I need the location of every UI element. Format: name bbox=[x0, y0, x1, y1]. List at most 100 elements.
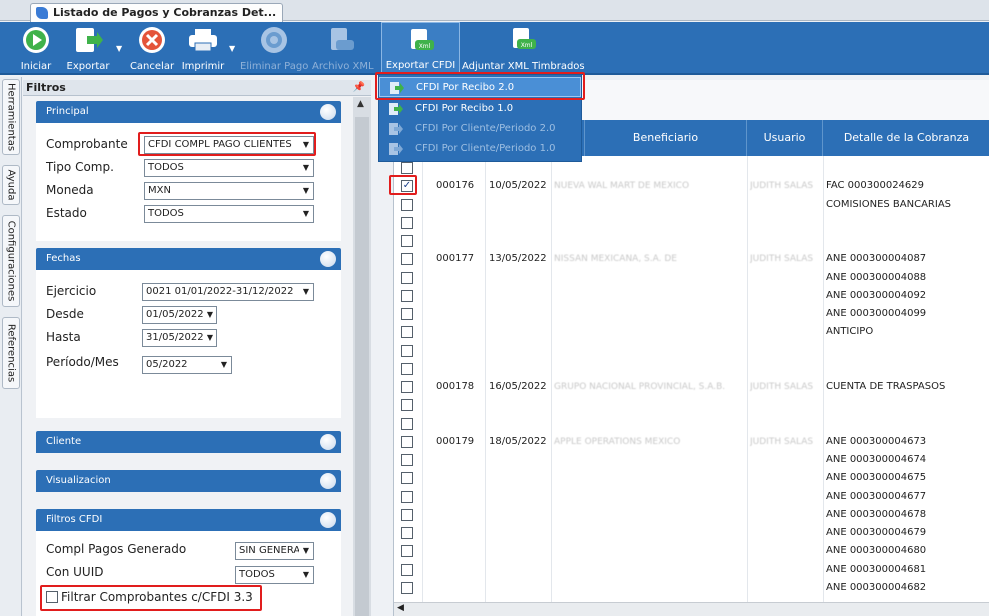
cliente-header[interactable]: Cliente bbox=[36, 431, 341, 453]
exportar-button[interactable]: Exportar bbox=[62, 22, 114, 75]
collapse-knob-icon[interactable] bbox=[320, 104, 336, 120]
col-header-usuario[interactable]: Usuario bbox=[747, 120, 823, 156]
delete-payment-icon bbox=[261, 27, 287, 53]
cell-numero: 000178 bbox=[436, 381, 475, 392]
row-checkbox[interactable] bbox=[401, 454, 413, 466]
highlight-row-checkbox bbox=[389, 175, 417, 195]
menu-item-cfdi-cliente-1[interactable]: CFDI Por Cliente/Periodo 1.0 bbox=[379, 139, 581, 159]
moneda-select[interactable]: MXN ▼ bbox=[144, 182, 314, 200]
menu-item-cfdi-cliente-2[interactable]: CFDI Por Cliente/Periodo 2.0 bbox=[379, 119, 581, 139]
chevron-down-icon[interactable]: ▼ bbox=[299, 206, 313, 222]
menu-item-cfdi-recibo-1[interactable]: CFDI Por Recibo 1.0 bbox=[379, 99, 581, 119]
archivo-xml-button[interactable]: Archivo XML bbox=[312, 22, 374, 75]
estado-select[interactable]: TODOS ▼ bbox=[144, 205, 314, 223]
chevron-down-icon[interactable]: ▼ bbox=[204, 330, 216, 346]
row-checkbox[interactable] bbox=[401, 216, 413, 229]
pin-icon[interactable]: 📌 bbox=[353, 80, 365, 95]
tab-herramientas[interactable]: Herramientas bbox=[2, 79, 20, 155]
row-checkbox[interactable] bbox=[401, 508, 413, 521]
row-checkbox[interactable] bbox=[401, 162, 413, 174]
row-checkbox[interactable] bbox=[401, 362, 413, 375]
cell-detalle: ANE 000300004088 bbox=[826, 271, 927, 283]
cell-beneficiario: GRUPO NACIONAL PROVINCIAL, S.A.B. bbox=[554, 382, 726, 392]
row-checkbox[interactable] bbox=[401, 198, 413, 211]
row-checkbox[interactable] bbox=[401, 435, 413, 448]
row-checkbox[interactable] bbox=[401, 308, 413, 320]
chevron-down-icon[interactable]: ▼ bbox=[299, 284, 313, 300]
window-tabstrip: Listado de Pagos y Cobranzas Det... bbox=[0, 0, 989, 22]
cell-numero bbox=[436, 196, 484, 214]
row-checkbox[interactable] bbox=[401, 563, 413, 576]
collapse-knob-icon[interactable] bbox=[320, 251, 336, 267]
moneda-label: Moneda bbox=[46, 183, 94, 197]
grid-horizontal-scrollbar[interactable]: ◀ bbox=[394, 602, 989, 616]
tab-referencias[interactable]: Referencias bbox=[2, 317, 20, 389]
cell-numero bbox=[436, 269, 484, 287]
cell-beneficiario: NISSAN MEXICANA, S.A. DE bbox=[554, 254, 677, 265]
side-tabs: Herramientas Ayuda Configuraciones Refer… bbox=[0, 77, 22, 616]
cell-usuario: JUDITH SALAS bbox=[750, 254, 814, 265]
principal-header[interactable]: Principal bbox=[36, 101, 341, 123]
collapse-knob-icon[interactable] bbox=[320, 473, 336, 489]
chevron-down-icon[interactable]: ▼ bbox=[204, 307, 216, 323]
desde-date-picker[interactable]: 01/05/2022 ▼ bbox=[142, 306, 217, 324]
xml-export-icon: Xml bbox=[410, 29, 434, 50]
iniciar-button[interactable]: Iniciar bbox=[14, 22, 58, 75]
adjuntar-xml-button[interactable]: Xml Adjuntar XML Timbrados bbox=[462, 22, 585, 75]
desde-label: Desde bbox=[46, 307, 84, 321]
chevron-down-icon[interactable]: ▼ bbox=[217, 357, 231, 373]
scroll-left-icon[interactable]: ◀ bbox=[397, 603, 404, 613]
row-checkbox[interactable] bbox=[401, 289, 413, 302]
filters-scrollbar[interactable]: ▲ bbox=[353, 97, 371, 616]
col-header-detalle[interactable]: Detalle de la Cobranza bbox=[823, 120, 989, 156]
cell-detalle: ANE 000300004678 bbox=[826, 508, 927, 520]
tipo-comp-select[interactable]: TODOS ▼ bbox=[144, 159, 314, 177]
row-checkbox[interactable] bbox=[401, 344, 413, 357]
tab-ayuda[interactable]: Ayuda bbox=[2, 165, 20, 205]
col-header-beneficiario[interactable]: Beneficiario bbox=[585, 120, 747, 156]
filtros-cfdi-header[interactable]: Filtros CFDI bbox=[36, 509, 341, 531]
row-checkbox[interactable] bbox=[401, 381, 413, 393]
collapse-knob-icon[interactable] bbox=[320, 434, 336, 450]
cell-numero bbox=[436, 232, 484, 250]
eliminar-pago-button[interactable]: Eliminar Pago bbox=[240, 22, 308, 75]
fechas-header[interactable]: Fechas bbox=[36, 248, 341, 270]
cell-beneficiario bbox=[554, 469, 744, 487]
highlight-cfdi-recibo-2 bbox=[375, 72, 585, 100]
imprimir-caret-icon[interactable]: ▼ bbox=[229, 44, 235, 53]
row-checkbox[interactable] bbox=[401, 545, 413, 558]
row-checkbox[interactable] bbox=[401, 253, 413, 266]
scroll-up-icon[interactable]: ▲ bbox=[357, 99, 364, 109]
collapse-knob-icon[interactable] bbox=[320, 512, 336, 528]
visualizacion-header[interactable]: Visualizacion bbox=[36, 470, 341, 492]
exportar-caret-icon[interactable]: ▼ bbox=[116, 44, 122, 53]
cell-fecha bbox=[489, 196, 551, 214]
cancelar-button[interactable]: Cancelar bbox=[126, 22, 178, 75]
exportar-cfdi-button[interactable]: Xml Exportar CFDI bbox=[381, 22, 460, 75]
ejercicio-select[interactable]: 0021 01/01/2022-31/12/2022 ▼ bbox=[142, 283, 314, 301]
con-uuid-select[interactable]: TODOS ▼ bbox=[235, 566, 314, 584]
row-checkbox[interactable] bbox=[401, 472, 413, 485]
row-checkbox[interactable] bbox=[401, 490, 413, 503]
row-checkbox[interactable] bbox=[401, 581, 413, 594]
row-checkbox[interactable] bbox=[401, 271, 413, 284]
scroll-thumb[interactable] bbox=[355, 117, 369, 616]
row-checkbox[interactable] bbox=[401, 399, 413, 412]
cell-usuario bbox=[750, 561, 822, 579]
chevron-down-icon[interactable]: ▼ bbox=[299, 160, 313, 176]
chevron-down-icon[interactable]: ▼ bbox=[299, 543, 313, 559]
tab-configuraciones[interactable]: Configuraciones bbox=[2, 215, 20, 307]
row-checkbox[interactable] bbox=[401, 417, 413, 430]
chevron-down-icon[interactable]: ▼ bbox=[299, 567, 313, 583]
hasta-date-picker[interactable]: 31/05/2022 ▼ bbox=[142, 329, 217, 347]
window-tab[interactable]: Listado de Pagos y Cobranzas Det... bbox=[30, 3, 284, 22]
row-checkbox[interactable] bbox=[401, 235, 413, 247]
chevron-down-icon[interactable]: ▼ bbox=[299, 183, 313, 199]
compl-pagos-select[interactable]: SIN GENERA ▼ bbox=[235, 542, 314, 560]
row-checkbox[interactable] bbox=[401, 326, 413, 339]
cell-fecha bbox=[489, 360, 551, 378]
imprimir-button[interactable]: Imprimir bbox=[180, 22, 226, 75]
row-checkbox[interactable] bbox=[401, 527, 413, 539]
periodo-select[interactable]: 05/2022 ▼ bbox=[142, 356, 232, 374]
cell-fecha bbox=[489, 214, 551, 232]
